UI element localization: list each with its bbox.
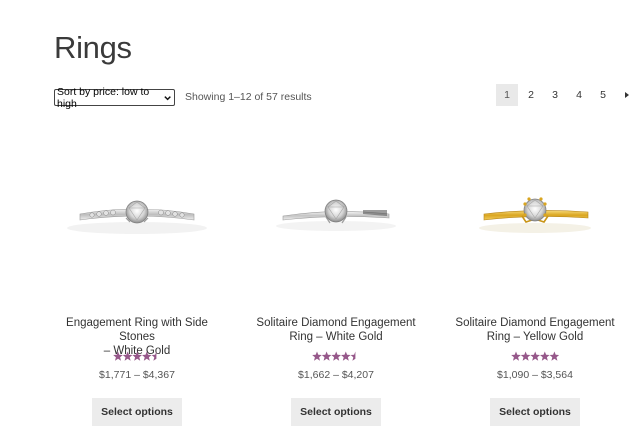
sort-select-value: Sort by price: low to high [57, 85, 150, 110]
product-image[interactable] [253, 140, 419, 306]
star-rating-icon [113, 351, 157, 361]
product-title-line-1: Solitaire Diamond Engagement [455, 317, 615, 329]
solitaire-white-gold-ring-image [276, 199, 396, 231]
ring-with-side-stones-image [67, 200, 207, 234]
product-card: Engagement Ring with Side Stones – White… [54, 140, 220, 426]
star-rating-icon [511, 351, 559, 361]
product-title-line-2: Ring – Yellow Gold [486, 331, 584, 343]
star-rating-icon [312, 351, 356, 361]
chevron-right-icon [625, 92, 629, 98]
page-2-link[interactable]: 2 [520, 84, 542, 106]
page-4-link[interactable]: 4 [568, 84, 590, 106]
page-1-current: 1 [496, 84, 518, 106]
pagination: 1 2 3 4 5 [496, 84, 638, 106]
product-price: $1,662 – $4,207 [298, 369, 374, 381]
product-card: Solitaire Diamond Engagement Ring – Yell… [452, 140, 618, 426]
page-5-link[interactable]: 5 [592, 84, 614, 106]
page-3-link[interactable]: 3 [544, 84, 566, 106]
product-title-line-1: Solitaire Diamond Engagement [256, 317, 416, 329]
star-rating [253, 351, 419, 363]
product-price: $1,771 – $4,367 [99, 369, 175, 381]
product-title-link[interactable]: Solitaire Diamond Engagement Ring – Whit… [253, 316, 419, 344]
page-title: Rings [54, 30, 132, 65]
product-title-link[interactable]: Engagement Ring with Side Stones – White… [54, 316, 220, 357]
product-image[interactable] [452, 140, 618, 306]
sort-select[interactable]: Sort by price: low to high [54, 86, 175, 110]
solitaire-yellow-gold-ring-image [479, 197, 591, 233]
product-title-line-1: Engagement Ring with Side Stones [66, 317, 208, 343]
product-grid: Engagement Ring with Side Stones – White… [54, 140, 620, 440]
next-page-button[interactable] [616, 84, 638, 106]
product-card: Solitaire Diamond Engagement Ring – Whit… [253, 140, 419, 426]
chevron-down-icon [164, 95, 171, 100]
select-options-button[interactable]: Select options [291, 398, 381, 426]
product-image[interactable] [54, 140, 220, 306]
result-count: Showing 1–12 of 57 results [185, 91, 312, 103]
product-title-line-2: Ring – White Gold [289, 331, 383, 343]
product-price: $1,090 – $3,564 [497, 369, 573, 381]
select-options-button[interactable]: Select options [92, 398, 182, 426]
select-options-button[interactable]: Select options [490, 398, 580, 426]
product-title-link[interactable]: Solitaire Diamond Engagement Ring – Yell… [452, 316, 618, 344]
star-rating [452, 351, 618, 363]
